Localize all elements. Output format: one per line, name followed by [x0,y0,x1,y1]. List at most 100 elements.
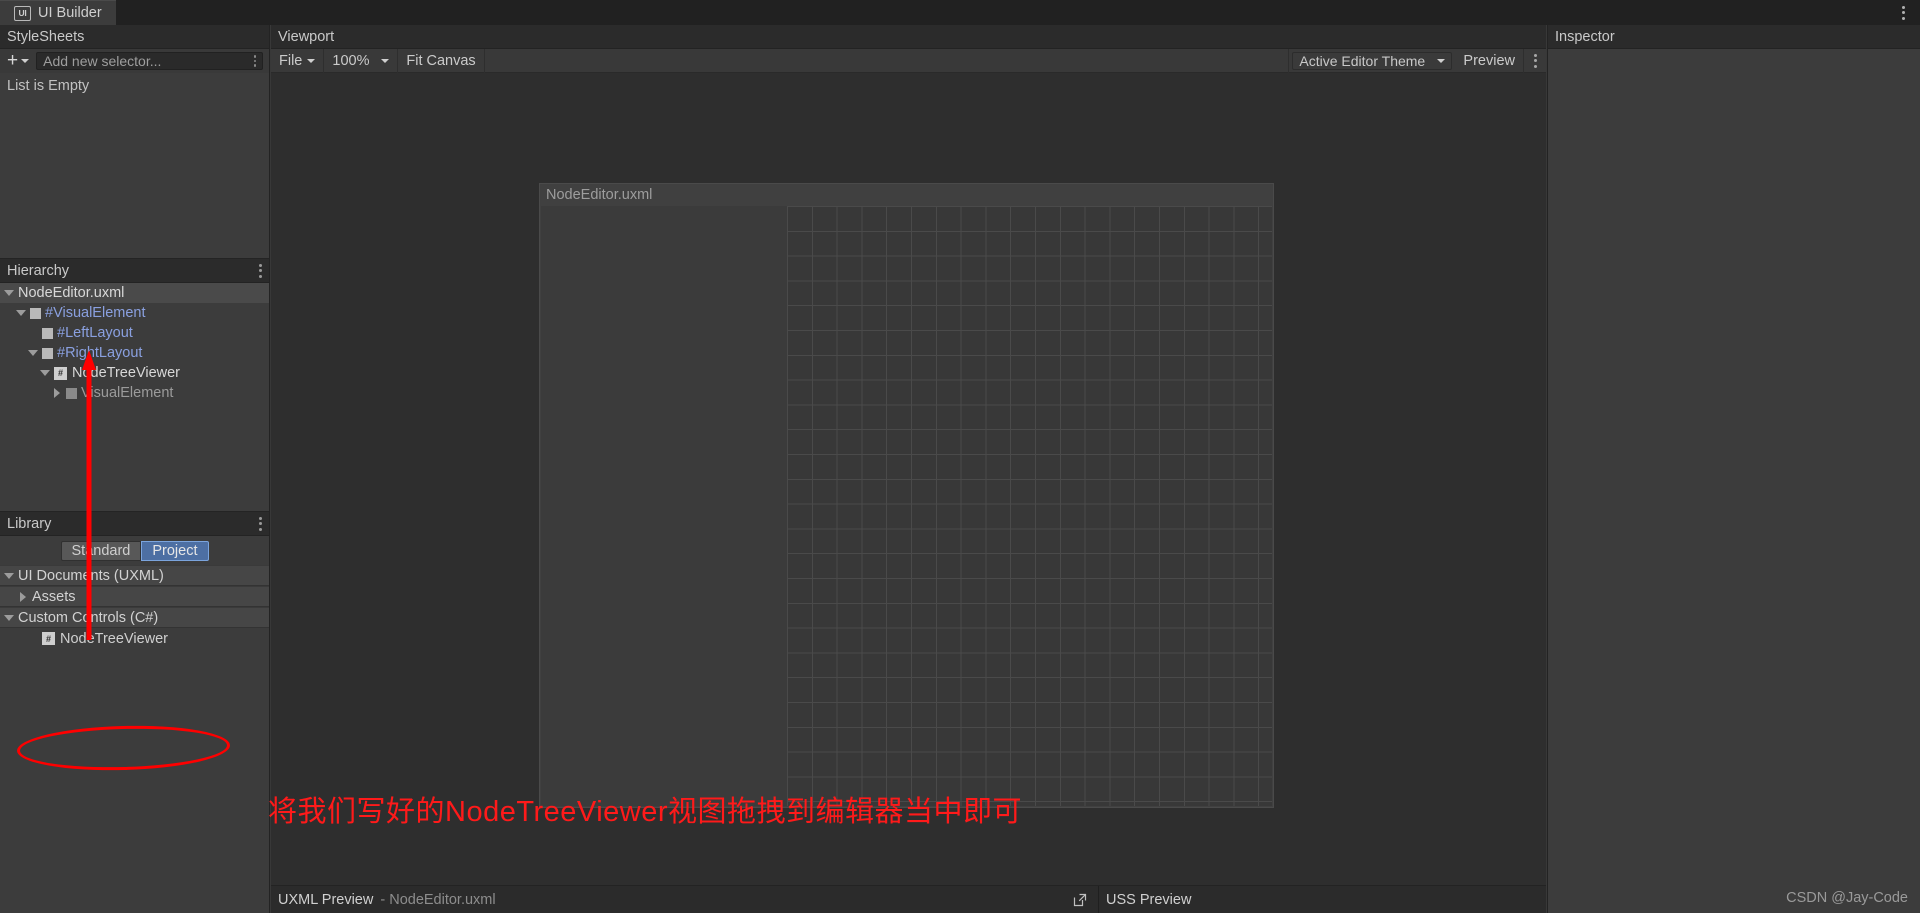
viewport-column: Viewport File 100% Fit Canvas Active Edi… [271,25,1546,913]
stylesheets-list: List is Empty [0,73,269,258]
library-tab-project[interactable]: Project [141,540,209,561]
library-header: Library [0,512,269,536]
watermark-label: CSDN @Jay-Code [1786,890,1908,906]
hierarchy-item-rightlayout[interactable]: #RightLayout [0,343,269,363]
canvas-document-title: NodeEditor.uxml [546,187,653,203]
canvas-document[interactable]: NodeEditor.uxml [539,183,1274,808]
left-panel-column: StyleSheets + Add new selector... List i… [0,25,270,913]
hierarchy-item-label: #VisualElement [45,305,146,321]
tab-ui-builder-label: UI Builder [38,5,102,21]
library-item-nodetreeviewer[interactable]: # NodeTreeViewer [0,628,269,649]
zoom-level-label: 100% [332,52,370,69]
library-tab-label: Standard [71,542,131,559]
theme-dropdown-label: Active Editor Theme [1299,52,1426,69]
chevron-right-icon[interactable] [14,591,32,602]
inspector-column: Inspector CSDN @Jay-Code [1547,25,1920,913]
fit-canvas-button[interactable]: Fit Canvas [398,48,485,73]
stylesheets-empty-label: List is Empty [7,78,90,94]
inspector-title: Inspector [1555,28,1615,45]
chevron-down-icon [21,59,30,63]
library-list: UI Documents (UXML) Assets Custom Controls… [0,565,269,649]
hierarchy-item-visualelement[interactable]: #VisualElement [0,303,269,323]
uxml-preview-panel[interactable]: UXML Preview - NodeEditor.uxml [271,886,1099,913]
window-menu-icon[interactable] [1890,0,1916,25]
library-group-customcontrolsc[interactable]: Custom Controls (C#) [0,607,269,628]
hierarchy-item-leftlayout[interactable]: #LeftLayout [0,323,269,343]
canvas-area[interactable]: NodeEditor.uxml [271,73,1546,885]
chevron-right-icon[interactable] [48,388,66,398]
hierarchy-item-visualelement[interactable]: VisualElement [0,383,269,403]
chevron-down-icon[interactable] [36,370,54,376]
hierarchy-item-label: #LeftLayout [57,325,133,341]
library-tab-label: Project [152,542,198,559]
hierarchy-item-label: NodeEditor.uxml [18,285,125,301]
viewport-title: Viewport [278,28,335,45]
preview-button[interactable]: Preview [1455,48,1524,73]
chevron-down-icon[interactable] [0,572,18,579]
uss-preview-label: USS Preview [1106,891,1192,908]
stylesheets-header: StyleSheets [0,25,269,49]
viewport-header: Viewport [271,25,1546,49]
canvas-content [541,206,1272,806]
library-group-assets[interactable]: Assets [0,586,269,607]
stylesheets-toolbar: + Add new selector... [0,49,269,73]
library-tab-standard[interactable]: Standard [60,540,142,561]
viewport-toolbar: File 100% Fit Canvas Active Editor Theme… [271,48,1546,73]
uss-preview-panel[interactable]: USS Preview [1099,886,1546,913]
add-new-selector-input[interactable]: Add new selector... [36,52,263,70]
chevron-down-icon[interactable] [0,614,18,621]
selector-field-menu-icon[interactable] [253,55,256,67]
hierarchy-item-nodeeditoruxml[interactable]: NodeEditor.uxml [0,283,269,303]
library-group-label: Assets [32,588,76,605]
add-stylesheet-button[interactable]: + [4,51,32,70]
stylesheets-panel: StyleSheets + Add new selector... List i… [0,25,269,258]
inspector-body [1548,49,1920,913]
hierarchy-item-label: VisualElement [81,385,174,401]
chevron-down-icon[interactable] [24,350,42,356]
library-title: Library [7,515,52,532]
ui-builder-icon: UI [14,5,31,21]
file-menu-button[interactable]: File [271,48,325,73]
library-panel: Library Standard Project UI Documents (UX… [0,511,269,913]
fit-canvas-label: Fit Canvas [406,52,476,69]
viewport-toolbar-spacer [485,48,1290,73]
hierarchy-tree: NodeEditor.uxml #VisualElement #LeftLayout… [0,283,269,511]
custom-control-icon: # [54,366,67,380]
library-group-uidocumentsuxml[interactable]: UI Documents (UXML) [0,565,269,586]
visual-element-icon [42,327,53,339]
add-new-selector-placeholder: Add new selector... [43,53,162,69]
hierarchy-item-label: NodeTreeViewer [72,365,180,381]
window-titlebar: UI UI Builder [0,0,1920,25]
annotation-note: 将我们写好的NodeTreeViewer视图拖拽到编辑器当中即可 [268,796,1022,828]
stylesheets-title: StyleSheets [7,28,85,45]
hierarchy-header: Hierarchy [0,259,269,283]
visual-element-icon [30,307,41,319]
ui-builder-window: UI UI Builder StyleSheets + Add new sele… [0,0,1920,913]
chevron-down-icon [1437,58,1446,63]
chevron-down-icon[interactable] [0,290,18,296]
visual-element-icon [66,387,77,399]
open-external-icon[interactable] [1072,892,1088,908]
library-body: Standard Project UI Documents (UXML) Asset… [0,536,269,913]
visual-element-icon [42,347,53,359]
uxml-preview-label: UXML Preview [278,891,374,908]
theme-dropdown[interactable]: Active Editor Theme [1292,51,1453,70]
viewport-menu-icon[interactable] [1524,49,1546,73]
tab-ui-builder[interactable]: UI UI Builder [0,0,116,25]
uxml-preview-filename: - NodeEditor.uxml [380,891,496,908]
hierarchy-item-nodetreeviewer[interactable]: # NodeTreeViewer [0,363,269,383]
inspector-header: Inspector [1548,25,1920,49]
library-menu-icon[interactable] [259,516,262,531]
library-tab-group: Standard Project [0,536,269,565]
preview-button-label: Preview [1463,52,1515,69]
canvas-right-layout-grid[interactable] [787,206,1272,806]
hierarchy-menu-icon[interactable] [259,263,262,278]
library-group-label: Custom Controls (C#) [18,609,159,626]
file-menu-label: File [279,52,303,69]
hierarchy-panel: Hierarchy NodeEditor.uxml #VisualElement #… [0,258,269,511]
chevron-down-icon [307,58,316,63]
library-item-label: NodeTreeViewer [60,630,168,647]
chevron-down-icon[interactable] [12,310,30,316]
zoom-level-dropdown[interactable]: 100% [324,48,399,73]
canvas-left-layout[interactable] [541,206,787,806]
